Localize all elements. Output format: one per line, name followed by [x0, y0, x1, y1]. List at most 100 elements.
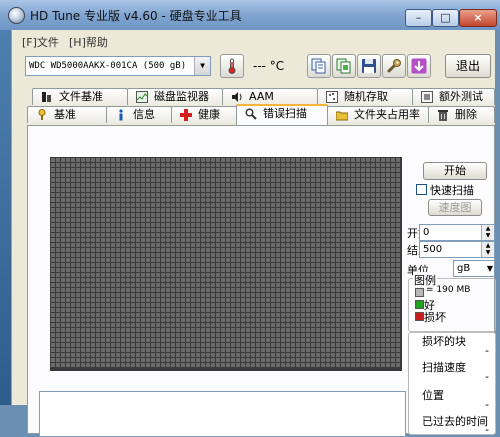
copy-text-button[interactable] — [307, 54, 331, 78]
disk-block — [201, 163, 205, 167]
disk-block — [286, 333, 290, 337]
menu-file[interactable]: [F]文件 — [22, 34, 59, 50]
disk-block — [221, 203, 225, 207]
tab-info[interactable]: 信息 — [106, 106, 172, 123]
disk-block — [81, 263, 85, 267]
disk-block — [76, 228, 80, 232]
close-button[interactable]: × — [459, 9, 497, 27]
disk-block — [186, 263, 190, 267]
disk-block — [166, 223, 170, 227]
disk-block — [256, 273, 260, 277]
tab-folder-usage[interactable]: 文件夹占用率 — [327, 106, 429, 123]
title-bar[interactable]: HD Tune 专业版 v4.60 - 硬盘专业工具 – □ × — [0, 0, 500, 30]
exit-button[interactable]: 退出 — [445, 54, 491, 78]
copy-screenshot-button[interactable] — [332, 54, 356, 78]
download-button[interactable] — [407, 54, 431, 78]
disk-block — [146, 243, 150, 247]
disk-block — [256, 213, 260, 217]
disk-block — [241, 338, 245, 342]
disk-block — [391, 353, 395, 357]
chevron-down-icon[interactable]: ▼ — [194, 57, 210, 75]
disk-block — [216, 178, 220, 182]
disk-block — [256, 353, 260, 357]
tab-file-benchmark[interactable]: 文件基准 — [32, 88, 128, 105]
tab-error-scan[interactable]: 错误扫描 — [236, 104, 328, 125]
maximize-button[interactable]: □ — [432, 9, 459, 27]
disk-block — [246, 193, 250, 197]
disk-block — [286, 353, 290, 357]
disk-block — [216, 203, 220, 207]
tab-erase[interactable]: 删除 — [428, 106, 495, 123]
disk-block — [91, 198, 95, 202]
disk-block — [221, 243, 225, 247]
disk-block — [156, 358, 160, 362]
disk-block — [61, 243, 65, 247]
disk-block — [321, 158, 325, 162]
disk-block — [271, 198, 275, 202]
disk-block — [396, 328, 400, 332]
minimize-button[interactable]: – — [405, 9, 432, 27]
disk-block — [146, 358, 150, 362]
thermometer-button[interactable] — [220, 54, 244, 78]
disk-block — [191, 268, 195, 272]
options-button[interactable] — [382, 54, 406, 78]
drive-select[interactable]: WDC WD5000AAKX-001CA (500 gB) ▼ — [25, 56, 211, 76]
disk-block — [271, 348, 275, 352]
disk-block — [261, 218, 265, 222]
quick-scan-checkbox[interactable] — [416, 184, 427, 195]
disk-block — [306, 298, 310, 302]
disk-block — [296, 348, 300, 352]
disk-block — [86, 188, 90, 192]
tab-benchmark[interactable]: 基准 — [27, 106, 107, 123]
spin-up-down-icon[interactable]: ▲ ▼ — [481, 225, 494, 240]
disk-block — [311, 163, 315, 167]
disk-block — [336, 218, 340, 222]
disk-block — [261, 188, 265, 192]
unit-select[interactable]: gB ▼ — [453, 260, 495, 277]
disk-block — [311, 338, 315, 342]
disk-block — [201, 323, 205, 327]
disk-block — [386, 348, 390, 352]
disk-block — [91, 188, 95, 192]
disk-block — [141, 263, 145, 267]
disk-block — [281, 168, 285, 172]
disk-block — [286, 303, 290, 307]
tab-extra-tests[interactable]: 额外测试 — [412, 88, 495, 105]
disk-block — [136, 363, 140, 367]
start-scan-button[interactable]: 开始 — [423, 162, 487, 180]
disk-block — [311, 223, 315, 227]
disk-block — [276, 328, 280, 332]
start-position-input[interactable]: 0 ▲ ▼ — [419, 224, 495, 241]
disk-block — [166, 288, 170, 292]
disk-block — [176, 223, 180, 227]
disk-block — [346, 208, 350, 212]
tab-disk-monitor[interactable]: 磁盘监视器 — [127, 88, 223, 105]
disk-block — [86, 168, 90, 172]
disk-block — [286, 198, 290, 202]
spin-up-down-icon[interactable]: ▲ ▼ — [481, 242, 494, 257]
tab-random-access[interactable]: 随机存取 — [317, 88, 413, 105]
disk-block — [66, 248, 70, 252]
disk-block — [256, 243, 260, 247]
speed-map-button[interactable]: 速度图 — [428, 199, 482, 216]
disk-block — [236, 178, 240, 182]
disk-block — [331, 283, 335, 287]
disk-block — [186, 248, 190, 252]
menu-help[interactable]: [H]帮助 — [69, 34, 108, 50]
disk-block — [91, 313, 95, 317]
disk-block — [186, 158, 190, 162]
tab-health[interactable]: 健康 — [171, 106, 237, 123]
disk-block — [91, 218, 95, 222]
end-position-input[interactable]: 500 ▲ ▼ — [419, 241, 495, 258]
disk-block — [346, 268, 350, 272]
disk-block — [331, 233, 335, 237]
chevron-down-icon[interactable]: ▼ — [487, 261, 493, 276]
tab-aam[interactable]: AAM — [222, 88, 318, 105]
disk-block — [76, 298, 80, 302]
disk-block — [316, 298, 320, 302]
disk-block — [101, 243, 105, 247]
disk-block — [316, 333, 320, 337]
disk-block — [396, 313, 400, 317]
disk-block — [236, 363, 240, 367]
save-button[interactable] — [357, 54, 381, 78]
